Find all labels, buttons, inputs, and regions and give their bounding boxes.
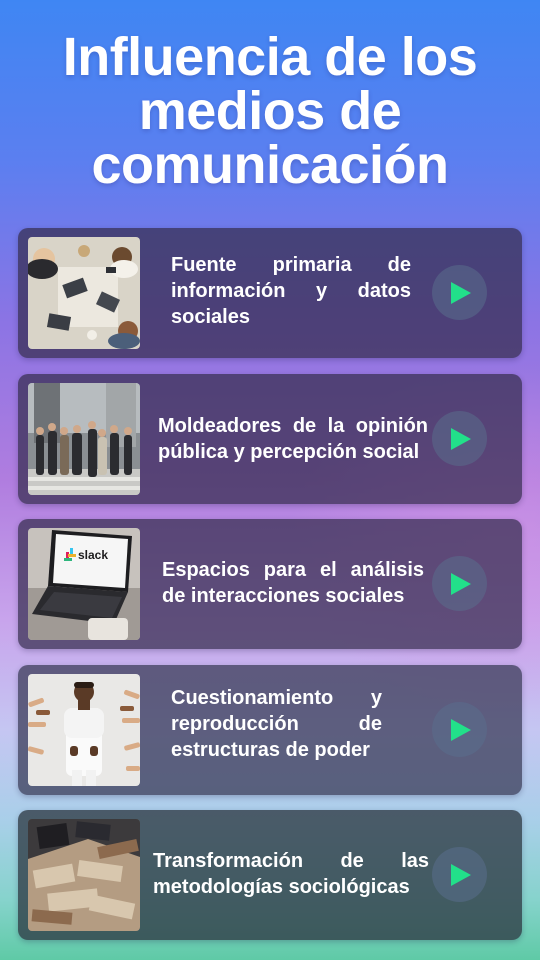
- play-icon: [451, 573, 471, 595]
- pointing-hands-photo-icon: [28, 674, 140, 786]
- team-meeting-photo-icon: [28, 237, 140, 349]
- laptop-logo-text: slack: [78, 548, 108, 562]
- list-item[interactable]: slack Espacios para el análisis de inter…: [18, 519, 522, 649]
- play-icon: [451, 428, 471, 450]
- play-button[interactable]: [432, 702, 487, 757]
- play-icon: [451, 864, 471, 886]
- item-text: Cuestionamiento y reproducción de estruc…: [171, 687, 382, 761]
- play-icon: [451, 719, 471, 741]
- item-text: Fuente primaria de información y datos s…: [171, 254, 411, 328]
- old-books-photo-icon: [28, 819, 140, 931]
- page-title: Influencia de los medios de comunicación: [62, 27, 478, 195]
- item-text: Transformación de las metodologías socio…: [153, 850, 429, 898]
- item-text: Moldeadores de la opinión pública y perc…: [158, 415, 428, 463]
- list-item[interactable]: Cuestionamiento y reproducción de estruc…: [18, 665, 522, 795]
- play-button[interactable]: [432, 265, 487, 320]
- list-item[interactable]: Fuente primaria de información y datos s…: [18, 228, 522, 358]
- play-button[interactable]: [432, 556, 487, 611]
- play-button[interactable]: [432, 411, 487, 466]
- list-item[interactable]: Moldeadores de la opinión pública y perc…: [18, 374, 522, 504]
- play-icon: [451, 282, 471, 304]
- list-item[interactable]: Transformación de las metodologías socio…: [18, 810, 522, 940]
- item-text: Espacios para el análisis de interaccion…: [162, 559, 424, 607]
- crowd-street-photo-icon: [28, 383, 140, 495]
- laptop-slack-photo-icon: slack: [28, 528, 140, 640]
- play-button[interactable]: [432, 847, 487, 902]
